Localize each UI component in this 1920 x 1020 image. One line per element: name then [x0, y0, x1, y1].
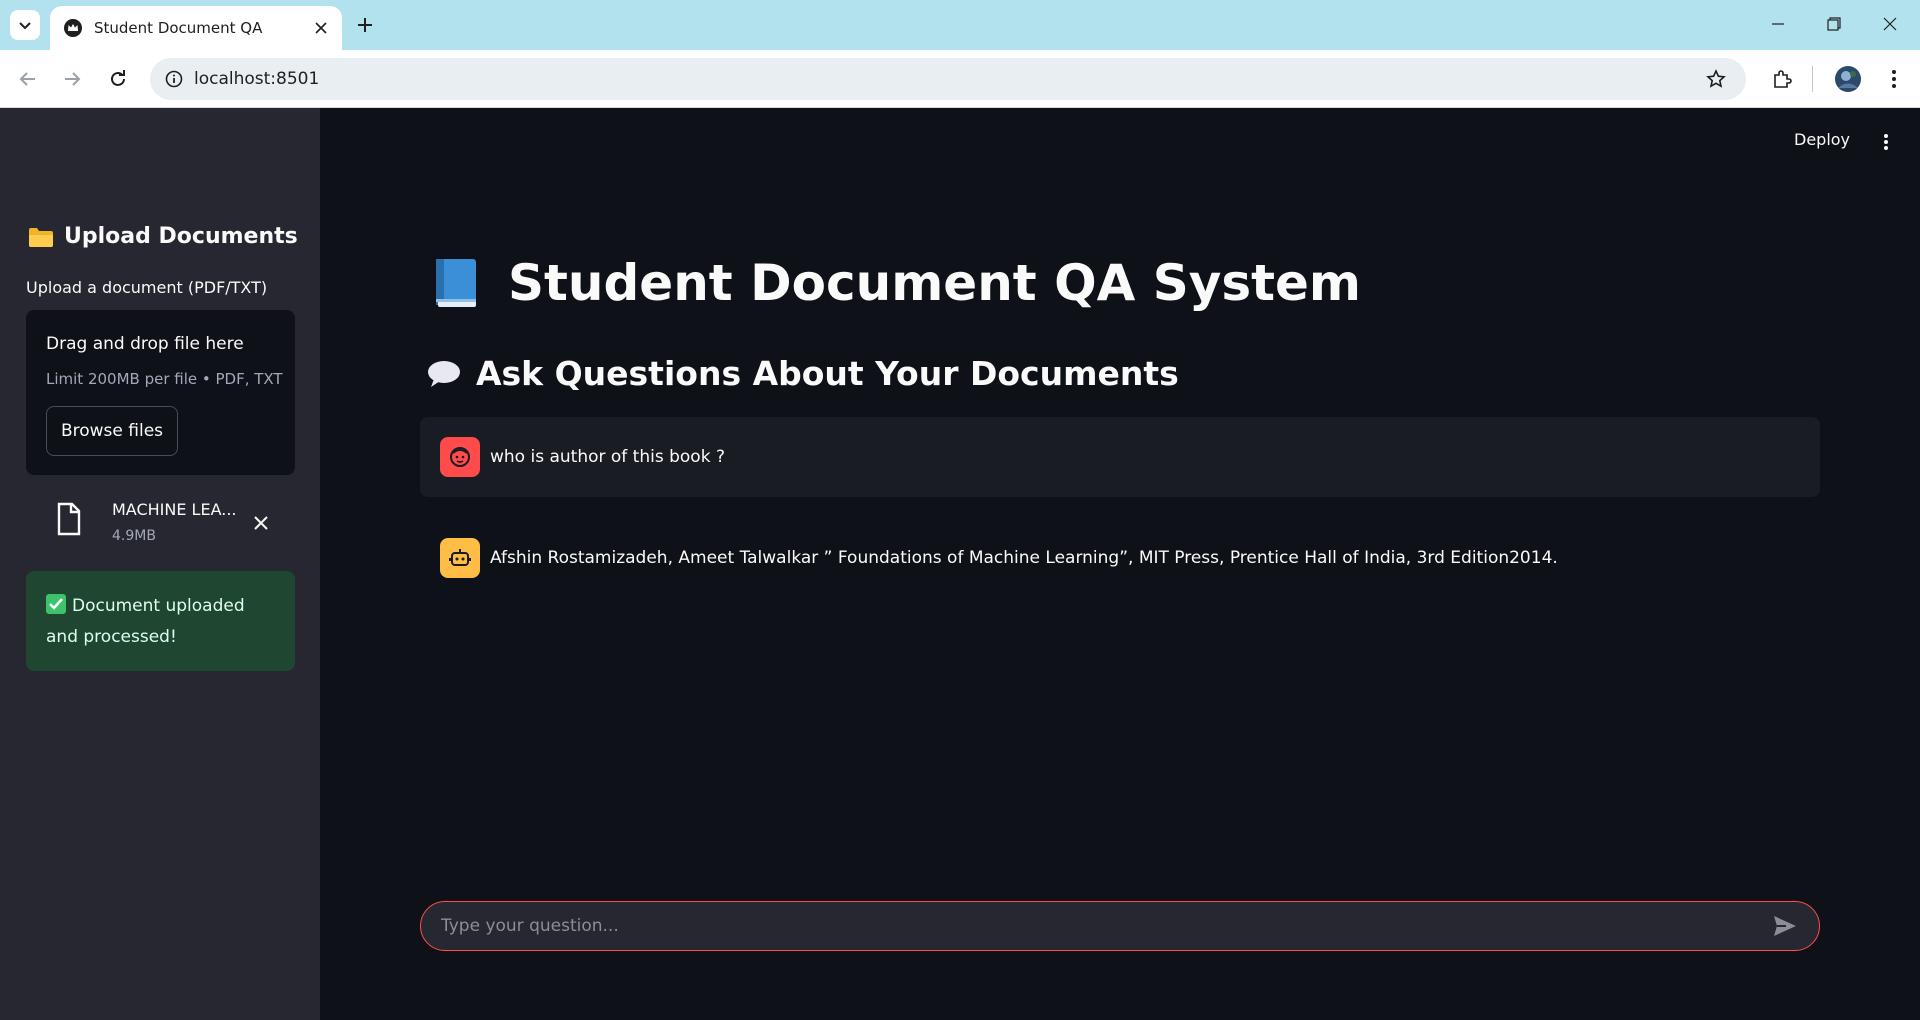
- browser-menu-button[interactable]: [1878, 63, 1910, 95]
- extensions-button[interactable]: [1766, 63, 1798, 95]
- browser-tab-bar: Student Document QA: [0, 0, 1920, 50]
- dropzone-limit: Limit 200MB per file • PDF, TXT: [46, 370, 283, 388]
- file-icon: [57, 502, 81, 536]
- success-message: Document uploaded and processed!: [46, 596, 245, 647]
- streamlit-app: Upload Documents Upload a document (PDF/…: [0, 108, 1920, 1020]
- browser-tab[interactable]: Student Document QA: [50, 6, 342, 50]
- extensions-icon: [1774, 70, 1792, 88]
- speech-bubble-icon: [428, 360, 460, 387]
- app-menu-button[interactable]: [1876, 130, 1896, 154]
- sidebar-title-text: Upload Documents: [64, 224, 298, 249]
- file-dropzone[interactable]: Drag and drop file here Limit 200MB per …: [26, 310, 295, 475]
- sidebar: Upload Documents Upload a document (PDF/…: [0, 108, 320, 1020]
- tab-list-button[interactable]: [10, 10, 40, 40]
- close-icon: [1883, 17, 1897, 31]
- dropzone-title: Drag and drop file here: [46, 334, 244, 354]
- browse-files-button[interactable]: Browse files: [46, 406, 178, 456]
- chat-input[interactable]: [421, 902, 1765, 950]
- chat-message-user: who is author of this book ?: [420, 417, 1820, 497]
- minimize-button[interactable]: [1750, 0, 1806, 48]
- main-content: Deploy Student Document QA System Ask Qu…: [320, 108, 1920, 1020]
- tab-close-button[interactable]: [308, 15, 334, 41]
- deploy-button[interactable]: Deploy: [1794, 130, 1850, 149]
- browser-toolbar: localhost:8501: [0, 50, 1920, 108]
- reload-icon: [111, 70, 125, 86]
- url-text[interactable]: localhost:8501: [194, 69, 1700, 89]
- back-icon: [19, 72, 35, 86]
- close-icon: [254, 516, 268, 530]
- menu-icon: [1892, 70, 1896, 88]
- user-face-icon: [450, 447, 470, 467]
- chevron-down-icon: [19, 22, 31, 30]
- robot-icon: [449, 549, 471, 566]
- assistant-avatar: [440, 538, 480, 578]
- page-title: Student Document QA System: [432, 254, 1361, 312]
- bookmark-star-icon[interactable]: [1700, 63, 1732, 95]
- forward-icon: [65, 72, 81, 86]
- message-text: Afshin Rostamizadeh, Ameet Talwalkar ” F…: [490, 548, 1558, 568]
- chat-message-assistant: Afshin Rostamizadeh, Ameet Talwalkar ” F…: [420, 518, 1820, 598]
- file-name: MACHINE LEA...: [112, 500, 237, 519]
- check-icon: [46, 594, 66, 614]
- back-button[interactable]: [12, 63, 44, 95]
- book-icon: [436, 259, 476, 307]
- address-bar[interactable]: localhost:8501: [150, 58, 1746, 100]
- uploaded-file: MACHINE LEA... 4.9MB: [26, 488, 295, 552]
- send-icon: [1774, 916, 1796, 936]
- profile-button[interactable]: [1832, 63, 1864, 95]
- streamlit-crown-icon: [64, 19, 82, 37]
- send-button[interactable]: [1765, 906, 1805, 946]
- forward-button[interactable]: [56, 63, 88, 95]
- plus-icon: [358, 18, 372, 32]
- minimize-icon: [1772, 23, 1784, 25]
- success-alert: Document uploaded and processed!: [26, 571, 295, 671]
- toolbar-divider: [1812, 66, 1813, 92]
- upload-label: Upload a document (PDF/TXT): [26, 278, 268, 297]
- message-text: who is author of this book ?: [490, 447, 725, 467]
- user-avatar: [440, 437, 480, 477]
- menu-icon: [1884, 134, 1888, 150]
- restore-icon: [1827, 17, 1841, 31]
- new-tab-button[interactable]: [350, 10, 380, 40]
- reload-button[interactable]: [102, 63, 134, 95]
- remove-file-button[interactable]: [246, 508, 276, 538]
- sidebar-title: Upload Documents: [28, 224, 298, 249]
- site-info-icon[interactable]: [158, 63, 190, 95]
- file-size: 4.9MB: [112, 528, 156, 544]
- tab-title: Student Document QA: [94, 19, 263, 37]
- profile-avatar: [1835, 66, 1861, 92]
- subheader: Ask Questions About Your Documents: [426, 354, 1179, 393]
- folder-icon: [29, 227, 53, 247]
- close-icon: [315, 22, 327, 34]
- restore-button[interactable]: [1806, 0, 1862, 48]
- window-close-button[interactable]: [1862, 0, 1918, 48]
- page-title-text: Student Document QA System: [508, 254, 1362, 312]
- chat-input-box[interactable]: [420, 901, 1820, 951]
- subheader-text: Ask Questions About Your Documents: [476, 354, 1179, 393]
